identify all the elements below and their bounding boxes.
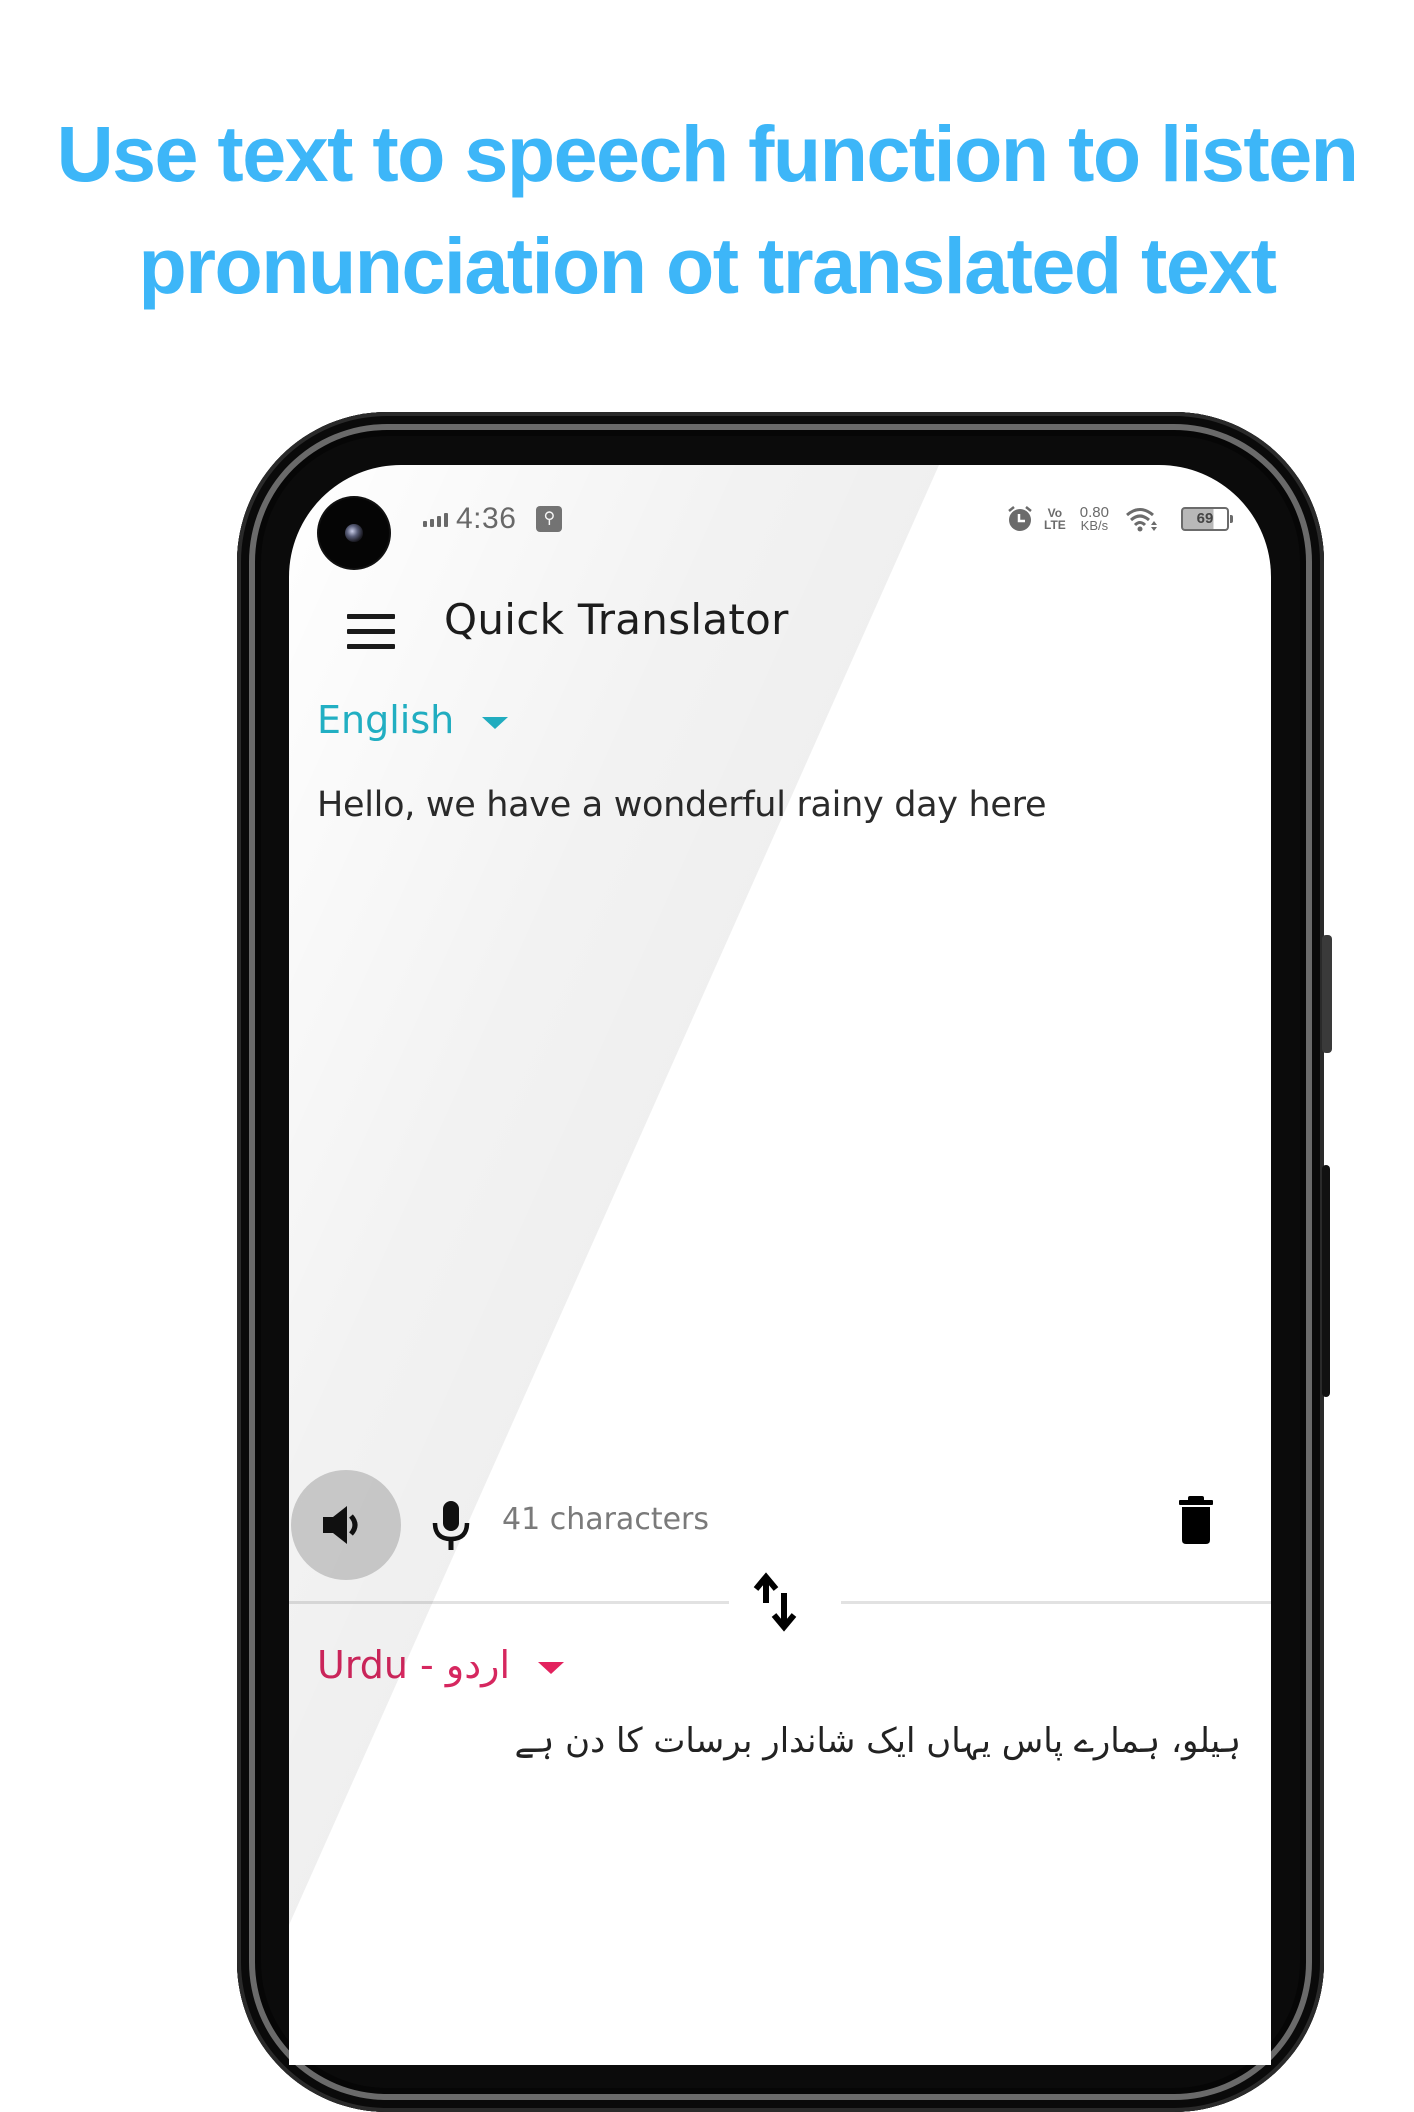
volte-icon: Vo LTE (1044, 506, 1066, 532)
divider-left (289, 1601, 729, 1604)
swap-languages-button[interactable] (744, 1565, 824, 1645)
battery-indicator: 69 (1181, 507, 1233, 531)
translated-text: ہیلو، ہمارے پاس یہاں ایک شاندار برسات کا… (514, 1721, 1241, 1761)
source-text-input[interactable]: Hello, we have a wonderful rainy day her… (317, 785, 1237, 825)
status-bar-left: 4:36 ⚲ (423, 499, 563, 539)
headline-line-2: pronunciation ot translated text (138, 221, 1277, 310)
network-speed: 0.80 KB/s (1079, 504, 1109, 533)
source-language-dropdown[interactable]: English (317, 698, 509, 742)
volume-button (1322, 935, 1332, 1053)
hamburger-menu-icon[interactable] (341, 608, 401, 656)
target-language-label: Urdu - اردو (317, 1643, 511, 1687)
front-camera (319, 498, 389, 568)
source-language-label: English (317, 698, 455, 742)
target-language-dropdown[interactable]: Urdu - اردو (317, 1643, 565, 1687)
headline-line-1: Use text to speech function to listen (56, 109, 1359, 198)
microphone-button[interactable] (421, 1495, 481, 1555)
chevron-down-icon (538, 1662, 565, 1674)
status-bar-right: Vo LTE 0.80 KB/s 69 (1006, 499, 1233, 539)
usb-debug-icon: ⚲ (536, 506, 563, 532)
microphone-icon (432, 1501, 470, 1550)
swap-vertical-icon (753, 1572, 797, 1632)
character-count: 41 characters (502, 1502, 709, 1537)
speak-button[interactable] (291, 1470, 401, 1580)
phone-screen: 4:36 ⚲ Vo LTE 0.80 KB/s 69 Quick Transla… (289, 465, 1271, 2065)
trash-icon (1179, 1496, 1213, 1544)
alarm-icon (1008, 506, 1032, 531)
power-button (1322, 1165, 1330, 1397)
speaker-icon (323, 1506, 358, 1544)
clear-text-button[interactable] (1171, 1490, 1221, 1550)
promo-headline: Use text to speech function to listen pr… (0, 98, 1414, 322)
signal-icon (423, 511, 448, 527)
status-time: 4:36 (456, 502, 517, 535)
divider-right (841, 1601, 1271, 1604)
app-title: Quick Translator (444, 595, 789, 644)
wifi-icon (1126, 508, 1157, 532)
chevron-down-icon (482, 717, 509, 729)
